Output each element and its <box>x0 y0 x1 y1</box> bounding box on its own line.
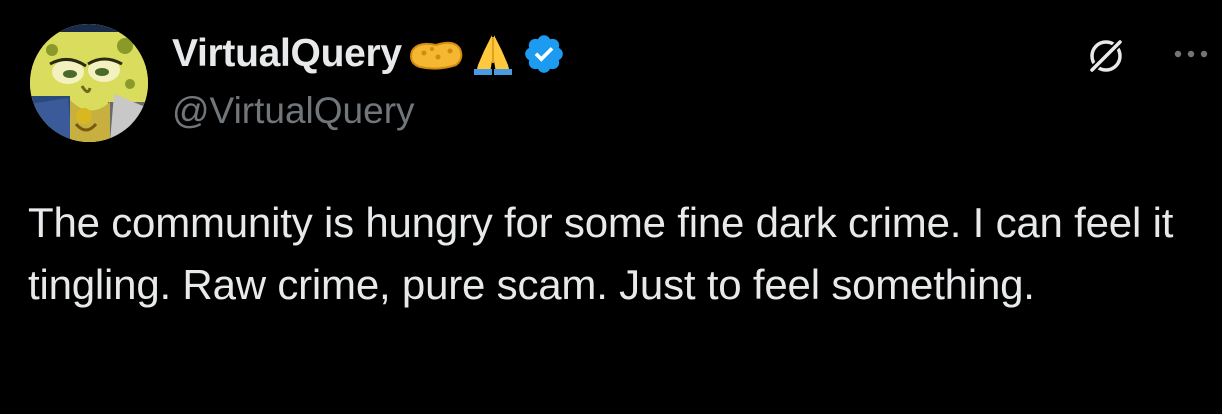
verified-badge-icon[interactable] <box>522 32 566 76</box>
grok-icon[interactable] <box>1086 36 1126 76</box>
author-handle[interactable]: @VirtualQuery <box>172 90 566 132</box>
tweet-text: The community is hungry for some fine da… <box>28 199 1174 308</box>
author-identity: VirtualQuery @VirtualQuery <box>172 30 566 132</box>
tweet: VirtualQuery @VirtualQuery The community… <box>0 0 1222 414</box>
folded-hands-emoji-icon <box>470 31 516 77</box>
display-name[interactable]: VirtualQuery <box>172 32 402 76</box>
sponge-emoji-icon <box>408 37 464 71</box>
spongebob-avatar-icon <box>30 24 148 142</box>
more-dots-icon[interactable] <box>1172 42 1212 66</box>
avatar[interactable] <box>30 24 148 142</box>
name-row: VirtualQuery <box>172 30 566 78</box>
